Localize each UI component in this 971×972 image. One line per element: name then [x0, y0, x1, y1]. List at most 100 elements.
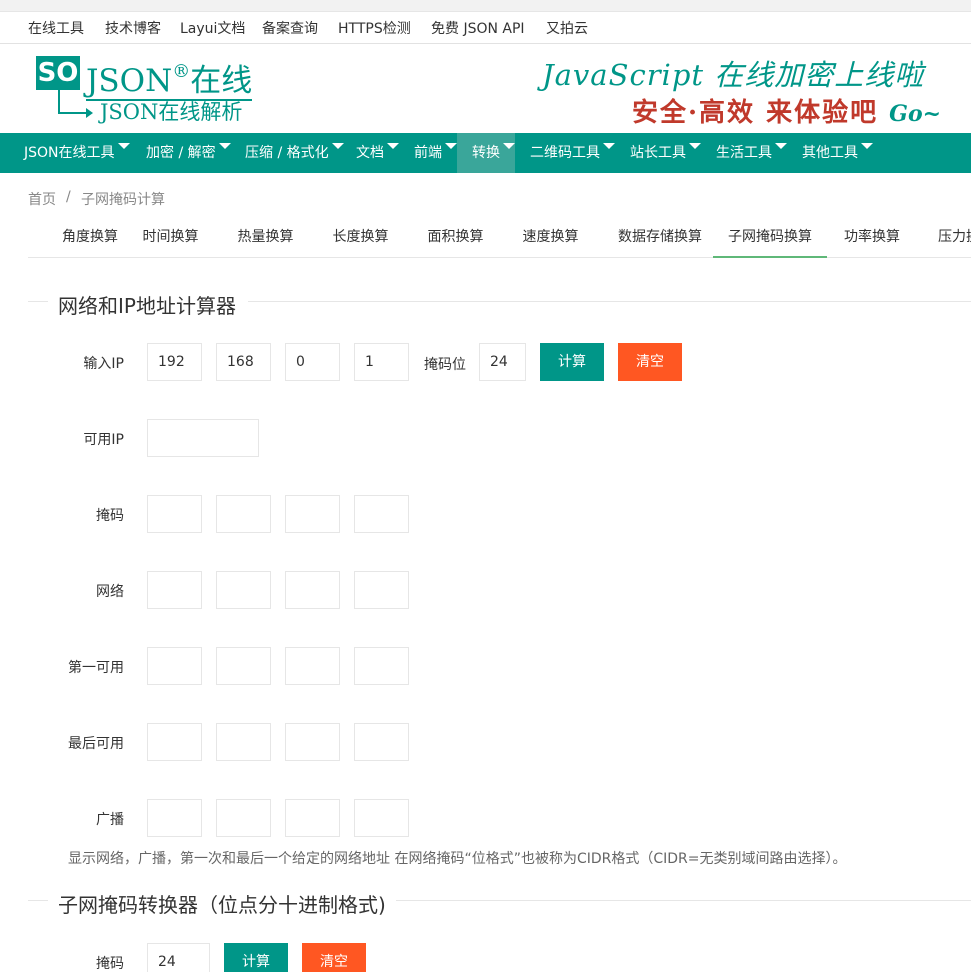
clear-button[interactable]: 清空: [618, 343, 682, 381]
nav-item-docs[interactable]: 文档: [356, 133, 399, 173]
banner-line2-text: 安全·高效 来体验吧: [632, 98, 879, 128]
mask-octet-2-output[interactable]: [216, 495, 271, 533]
banner-go: Go~: [889, 101, 942, 127]
calculate-button[interactable]: 计算: [540, 343, 604, 381]
top-link-online-tools[interactable]: 在线工具: [28, 18, 84, 38]
mask-octet-1-output[interactable]: [147, 495, 202, 533]
converter-calculate-button[interactable]: 计算: [224, 943, 288, 972]
section2-divider-left: [28, 900, 48, 901]
breadcrumb-home[interactable]: 首页: [28, 189, 56, 209]
tab-heat[interactable]: 热量换算: [218, 218, 313, 258]
top-link-layui-docs[interactable]: Layui文档: [180, 18, 245, 38]
tab-subnet-mask[interactable]: 子网掩码换算: [713, 218, 827, 258]
mask-octet-3-output[interactable]: [285, 495, 340, 533]
nav-label: 生活工具: [716, 145, 772, 161]
usable-ip-output[interactable]: [147, 419, 259, 457]
caret-down-icon: [331, 143, 344, 149]
nav-item-webmaster[interactable]: 站长工具: [630, 133, 701, 173]
network-octet-2-output[interactable]: [216, 571, 271, 609]
last-octet-1-output[interactable]: [147, 723, 202, 761]
breadcrumb-separator: /: [66, 189, 71, 205]
banner-line2: 安全·高效 来体验吧 Go~: [632, 92, 941, 129]
top-link-upyun[interactable]: 又拍云: [546, 18, 588, 38]
caret-down-icon: [117, 143, 130, 149]
nav-item-compress[interactable]: 压缩 / 格式化: [245, 133, 344, 173]
top-link-json-api[interactable]: 免费 JSON API: [431, 18, 525, 38]
logo-arrow-icon: [58, 90, 93, 118]
nav-label: 前端: [414, 145, 442, 161]
broadcast-octet-1-output[interactable]: [147, 799, 202, 837]
caret-down-icon: [603, 143, 615, 149]
section2-title: 子网掩码转换器（位点分十进制格式): [58, 893, 386, 917]
network-octet-1-output[interactable]: [147, 571, 202, 609]
section2-divider-right: [396, 900, 971, 901]
caret-down-icon: [218, 143, 231, 149]
logo-so-box: SO: [36, 56, 80, 90]
tab-power[interactable]: 功率换算: [827, 218, 917, 258]
caret-down-icon: [503, 143, 515, 149]
input-ip-label: 输入IP: [83, 356, 124, 372]
nav-label: 站长工具: [630, 145, 686, 161]
mask-bits-input[interactable]: [479, 343, 526, 381]
ip-octet-1-input[interactable]: [147, 343, 202, 381]
mask-octet-4-output[interactable]: [354, 495, 409, 533]
nav-item-convert[interactable]: 转换: [457, 133, 515, 173]
breadcrumb-current: 子网掩码计算: [81, 192, 165, 208]
top-links-bar: 在线工具 技术博客 Layui文档 备案查询 HTTPS检测 免费 JSON A…: [0, 12, 971, 44]
first-usable-label: 第一可用: [68, 660, 124, 676]
top-link-tech-blog[interactable]: 技术博客: [105, 18, 161, 38]
logo-main: JSON: [86, 63, 173, 99]
nav-label: 二维码工具: [530, 145, 600, 161]
tab-pressure[interactable]: 压力换: [938, 218, 971, 258]
nav-item-other[interactable]: 其他工具: [802, 133, 873, 173]
nav-item-json-tools[interactable]: JSON在线工具: [24, 133, 130, 173]
nav-label: 其他工具: [802, 145, 858, 161]
first-octet-3-output[interactable]: [285, 647, 340, 685]
nav-label: 文档: [356, 145, 384, 161]
banner-line1: JavaScript 在线加密上线啦: [542, 58, 925, 92]
browser-top-strip: [0, 0, 971, 12]
converter-mask-label: 掩码: [96, 956, 124, 972]
top-link-https-check[interactable]: HTTPS检测: [338, 18, 411, 38]
nav-item-frontend[interactable]: 前端: [414, 133, 457, 173]
logo-registered-mark: ®: [172, 61, 191, 82]
caret-down-icon: [445, 143, 457, 149]
last-octet-4-output[interactable]: [354, 723, 409, 761]
section1-title: 网络和IP地址计算器: [58, 294, 236, 318]
ip-octet-2-input[interactable]: [216, 343, 271, 381]
broadcast-octet-3-output[interactable]: [285, 799, 340, 837]
nav-item-qrcode[interactable]: 二维码工具: [530, 133, 615, 173]
tab-data-storage[interactable]: 数据存储换算: [606, 218, 714, 258]
broadcast-octet-4-output[interactable]: [354, 799, 409, 837]
logo-json-text: JSON®在线: [86, 54, 253, 101]
tab-time[interactable]: 时间换算: [123, 218, 218, 258]
last-octet-2-output[interactable]: [216, 723, 271, 761]
nav-item-encrypt[interactable]: 加密 / 解密: [146, 133, 231, 173]
usable-ip-label: 可用IP: [83, 432, 124, 448]
first-octet-1-output[interactable]: [147, 647, 202, 685]
converter-tabs: 角度换算 时间换算 热量换算 长度换算 面积换算 速度换算 数据存储换算 子网掩…: [28, 218, 971, 258]
nav-item-life[interactable]: 生活工具: [716, 133, 787, 173]
first-octet-4-output[interactable]: [354, 647, 409, 685]
mask-label: 掩码: [96, 508, 124, 524]
nav-label: 转换: [472, 145, 500, 161]
broadcast-octet-2-output[interactable]: [216, 799, 271, 837]
logo-subtitle: JSON在线解析: [100, 100, 243, 124]
tab-area[interactable]: 面积换算: [408, 218, 503, 258]
top-link-icp-lookup[interactable]: 备案查询: [262, 18, 318, 38]
caret-down-icon: [775, 143, 787, 149]
tab-length[interactable]: 长度换算: [313, 218, 408, 258]
logo-suffix: 在线: [190, 63, 253, 99]
nav-label: 加密 / 解密: [146, 145, 216, 161]
broadcast-label: 广播: [96, 812, 124, 828]
network-octet-4-output[interactable]: [354, 571, 409, 609]
network-octet-3-output[interactable]: [285, 571, 340, 609]
first-octet-2-output[interactable]: [216, 647, 271, 685]
network-label: 网络: [96, 584, 124, 600]
tab-speed[interactable]: 速度换算: [503, 218, 598, 258]
nav-label: 压缩 / 格式化: [245, 145, 329, 161]
last-octet-3-output[interactable]: [285, 723, 340, 761]
ip-octet-3-input[interactable]: [285, 343, 340, 381]
converter-mask-input[interactable]: [147, 943, 210, 972]
converter-clear-button[interactable]: 清空: [302, 943, 366, 972]
